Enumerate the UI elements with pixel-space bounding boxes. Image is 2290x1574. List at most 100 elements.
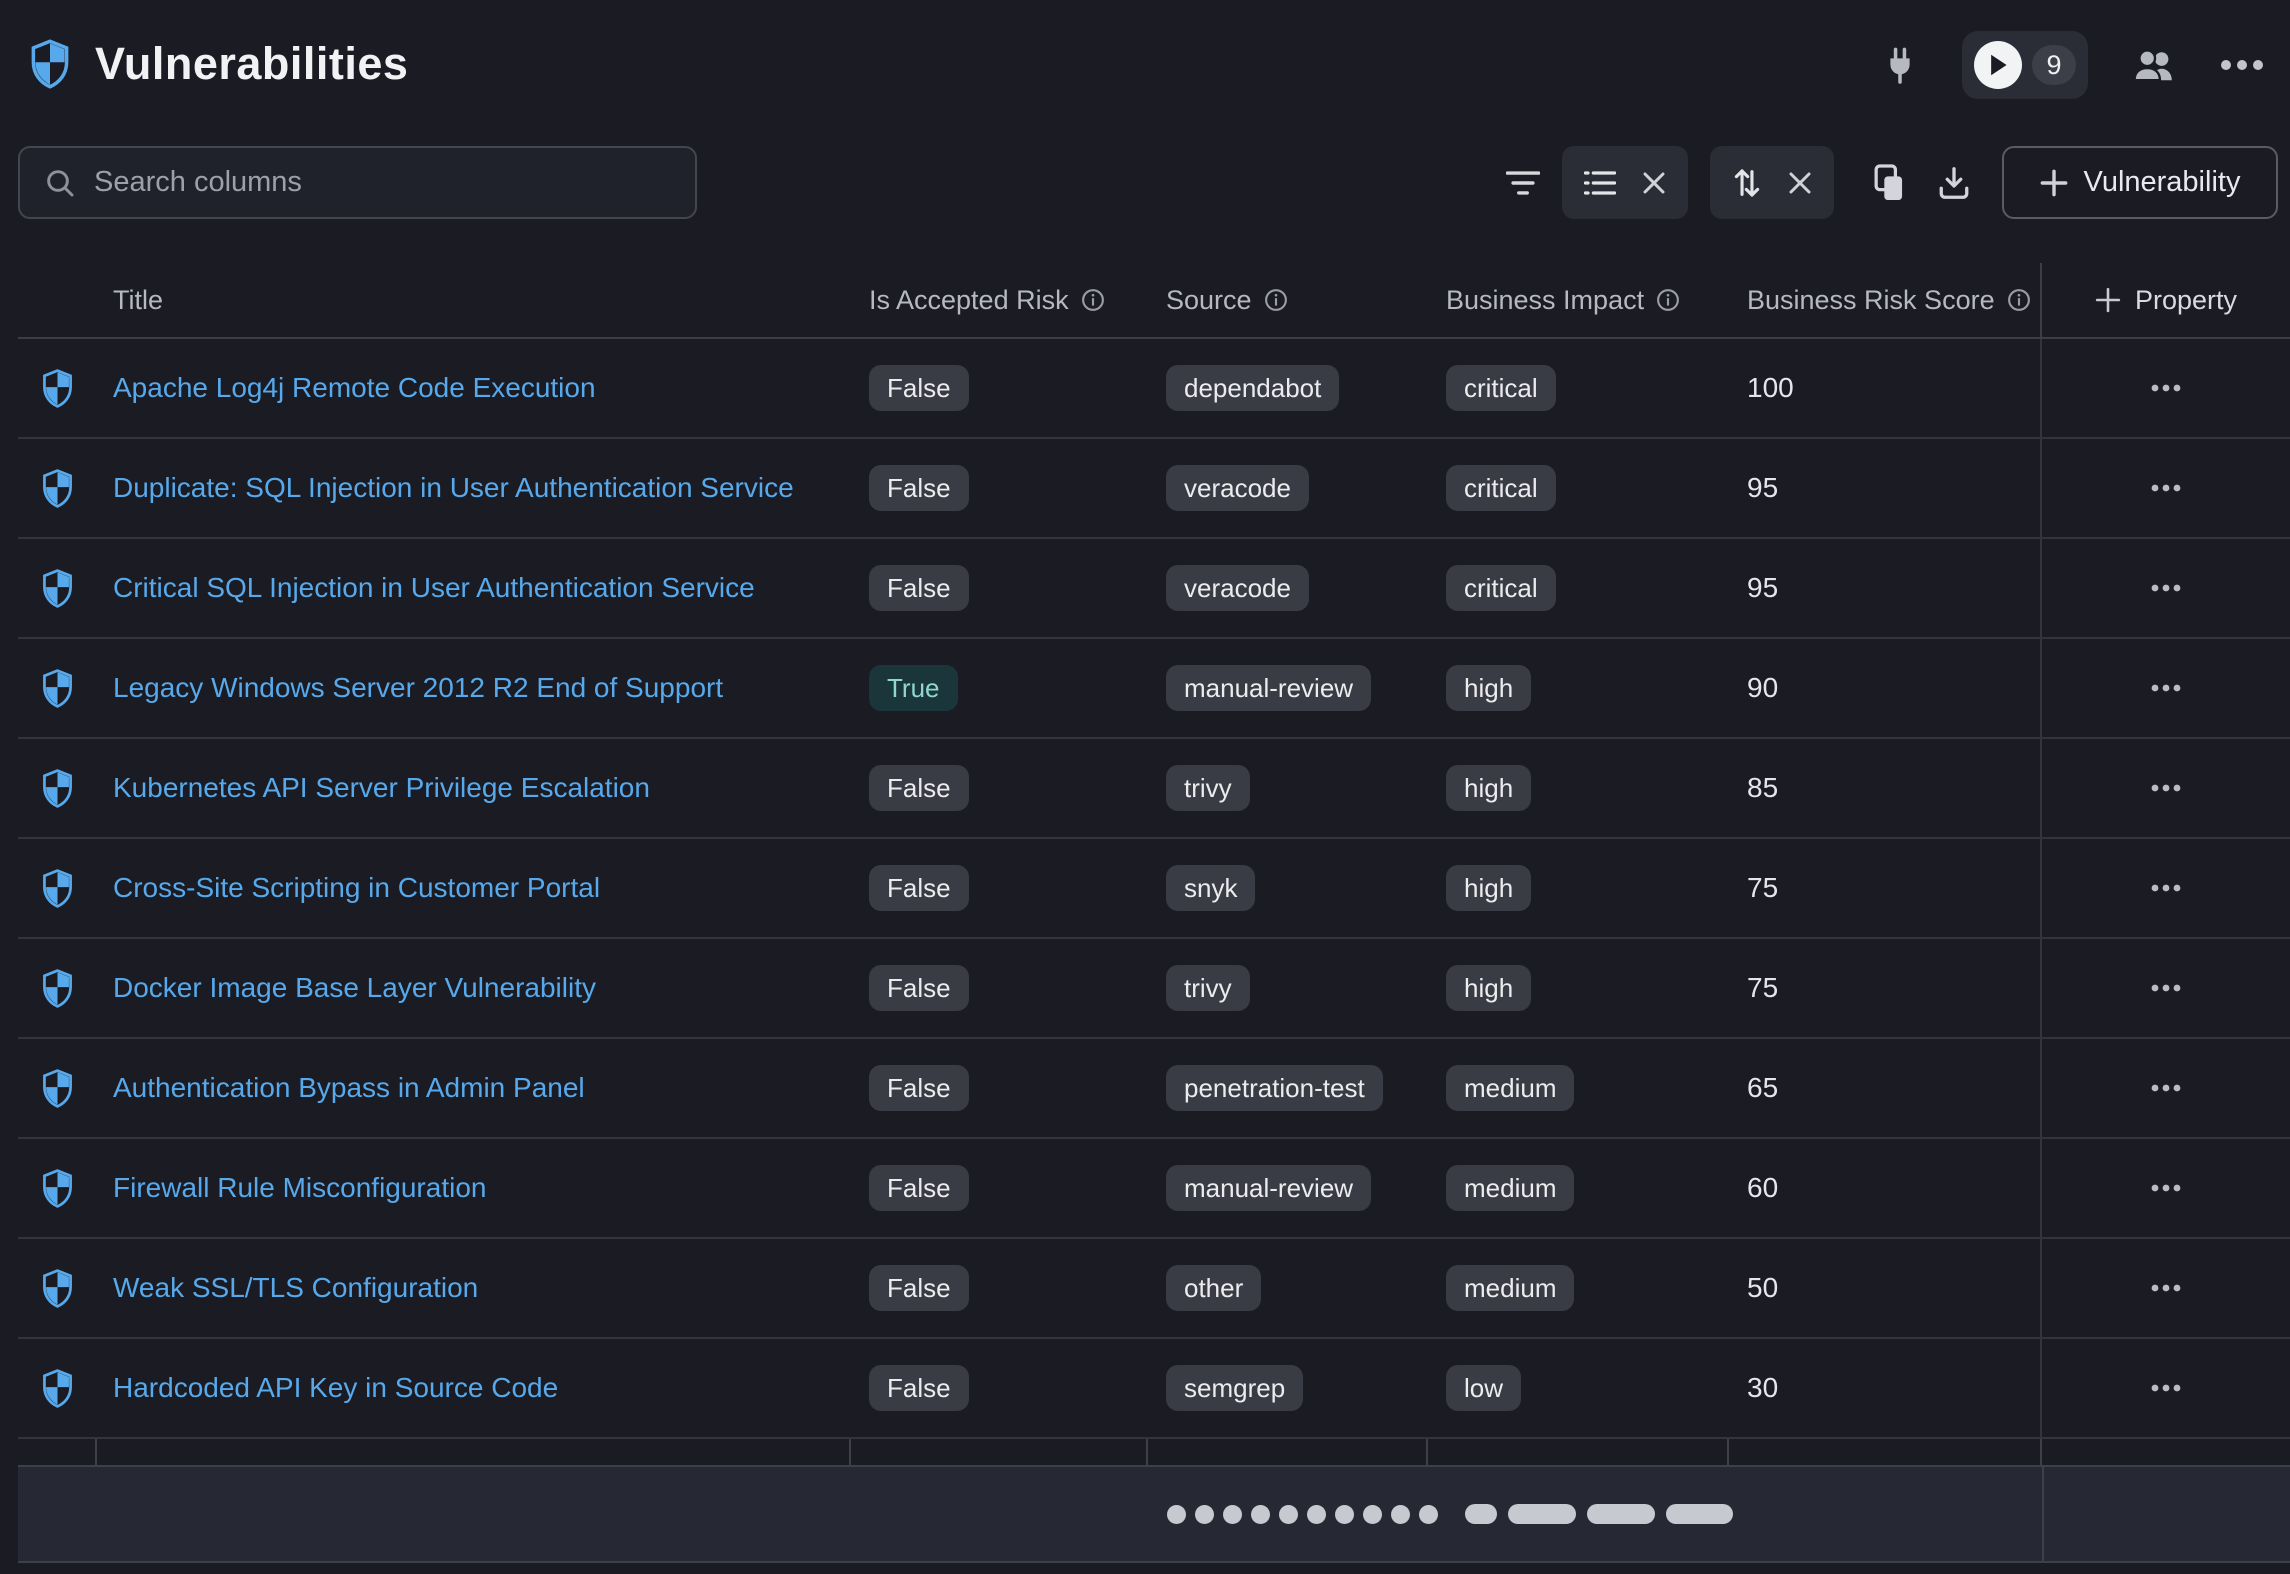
- loading-dot: [1307, 1505, 1326, 1524]
- shield-icon: [41, 369, 74, 408]
- row-actions-button[interactable]: [2141, 674, 2191, 702]
- clear-sort-button[interactable]: [1788, 171, 1812, 195]
- x-icon: [1642, 171, 1666, 195]
- add-property-button[interactable]: Property: [2040, 263, 2290, 337]
- title-cell: Firewall Rule Misconfiguration: [97, 1139, 851, 1237]
- row-actions-button[interactable]: [2141, 874, 2191, 902]
- accepted-risk-badge: False: [869, 965, 969, 1011]
- loading-pill: [1508, 1504, 1576, 1524]
- shield-icon: [41, 469, 74, 508]
- info-icon[interactable]: [2007, 288, 2031, 312]
- vulnerability-title-link[interactable]: Authentication Bypass in Admin Panel: [113, 1072, 585, 1104]
- accepted-risk-cell: True: [851, 639, 1148, 737]
- column-header-spacer: [18, 263, 97, 337]
- column-header-source[interactable]: Source: [1148, 263, 1428, 337]
- column-label: Is Accepted Risk: [869, 285, 1069, 316]
- row-actions-button[interactable]: [2141, 574, 2191, 602]
- row-icon-cell: [18, 1239, 97, 1337]
- vulnerability-title-link[interactable]: Legacy Windows Server 2012 R2 End of Sup…: [113, 672, 723, 704]
- row-actions-button[interactable]: [2141, 974, 2191, 1002]
- shield-logo-icon: [29, 38, 71, 90]
- integrations-button[interactable]: [1882, 45, 1918, 85]
- source-cell: semgrep: [1148, 1339, 1428, 1437]
- clear-group-button[interactable]: [1642, 171, 1666, 195]
- business-risk-score-cell: 60: [1729, 1139, 2040, 1237]
- row-actions-cell: [2040, 1039, 2290, 1137]
- more-menu-button[interactable]: [2220, 59, 2264, 71]
- loading-dot: [1419, 1505, 1438, 1524]
- search-input[interactable]: [94, 166, 671, 199]
- source-cell: veracode: [1148, 539, 1428, 637]
- row-actions-button[interactable]: [2141, 374, 2191, 402]
- vulnerability-title-link[interactable]: Critical SQL Injection in User Authentic…: [113, 572, 755, 604]
- vulnerability-title-link[interactable]: Weak SSL/TLS Configuration: [113, 1272, 478, 1304]
- accepted-risk-cell: False: [851, 1139, 1148, 1237]
- business-risk-score-value: 30: [1747, 1372, 1778, 1404]
- row-actions-button[interactable]: [2141, 474, 2191, 502]
- column-header-accepted-risk[interactable]: Is Accepted Risk: [851, 263, 1148, 337]
- ellipsis-icon: [2151, 384, 2181, 392]
- table-body: Apache Log4j Remote Code Execution False…: [18, 339, 2290, 1439]
- source-badge: veracode: [1166, 565, 1309, 611]
- group-by-button[interactable]: [1584, 169, 1616, 197]
- vulnerability-title-link[interactable]: Hardcoded API Key in Source Code: [113, 1372, 558, 1404]
- row-actions-button[interactable]: [2141, 1374, 2191, 1402]
- row-actions-button[interactable]: [2141, 1074, 2191, 1102]
- row-icon-cell: [18, 439, 97, 537]
- shield-icon: [41, 1069, 74, 1108]
- ellipsis-icon: [2151, 1184, 2181, 1192]
- table-row: Legacy Windows Server 2012 R2 End of Sup…: [18, 639, 2290, 739]
- add-property-label: Property: [2135, 285, 2237, 316]
- users-button[interactable]: [2132, 47, 2176, 83]
- filter-button[interactable]: [1506, 168, 1540, 198]
- row-actions-button[interactable]: [2141, 1174, 2191, 1202]
- copy-button[interactable]: [1870, 163, 1906, 203]
- info-icon[interactable]: [1081, 288, 1105, 312]
- vulnerability-title-link[interactable]: Duplicate: SQL Injection in User Authent…: [113, 472, 794, 504]
- source-badge: dependabot: [1166, 365, 1339, 411]
- business-risk-score-cell: 90: [1729, 639, 2040, 737]
- vulnerability-title-link[interactable]: Firewall Rule Misconfiguration: [113, 1172, 486, 1204]
- source-cell: trivy: [1148, 939, 1428, 1037]
- property-column-divider: [2042, 1467, 2044, 1561]
- info-icon[interactable]: [1656, 288, 1680, 312]
- table-row: Apache Log4j Remote Code Execution False…: [18, 339, 2290, 439]
- source-badge: semgrep: [1166, 1365, 1303, 1411]
- column-header-business-impact[interactable]: Business Impact: [1428, 263, 1729, 337]
- loading-dot: [1251, 1505, 1270, 1524]
- sort-button[interactable]: [1732, 166, 1762, 200]
- add-vulnerability-button[interactable]: Vulnerability: [2002, 146, 2278, 219]
- column-header-title[interactable]: Title: [97, 263, 851, 337]
- ellipsis-icon: [2151, 584, 2181, 592]
- business-impact-cell: critical: [1428, 539, 1729, 637]
- download-button[interactable]: [1936, 165, 1972, 201]
- run-button[interactable]: 9: [1962, 31, 2088, 99]
- column-label: Title: [113, 285, 163, 316]
- vulnerability-title-link[interactable]: Docker Image Base Layer Vulnerability: [113, 972, 596, 1004]
- plus-icon: [2095, 287, 2121, 313]
- download-icon: [1936, 165, 1972, 201]
- vulnerability-title-link[interactable]: Cross-Site Scripting in Customer Portal: [113, 872, 600, 904]
- shield-icon: [41, 1169, 74, 1208]
- column-header-business-risk-score[interactable]: Business Risk Score: [1729, 263, 2040, 337]
- accepted-risk-badge: False: [869, 565, 969, 611]
- row-actions-button[interactable]: [2141, 774, 2191, 802]
- accepted-risk-badge: False: [869, 865, 969, 911]
- sort-control: [1710, 146, 1834, 219]
- loading-pill: [1666, 1504, 1733, 1524]
- source-badge: veracode: [1166, 465, 1309, 511]
- business-risk-score-cell: 65: [1729, 1039, 2040, 1137]
- source-badge: manual-review: [1166, 1165, 1371, 1211]
- shield-icon: [41, 1269, 74, 1308]
- vulnerability-title-link[interactable]: Apache Log4j Remote Code Execution: [113, 372, 596, 404]
- row-icon-cell: [18, 1339, 97, 1437]
- info-icon[interactable]: [1264, 288, 1288, 312]
- table-row: Docker Image Base Layer Vulnerability Fa…: [18, 939, 2290, 1039]
- business-impact-badge: low: [1446, 1365, 1521, 1411]
- row-actions-button[interactable]: [2141, 1274, 2191, 1302]
- vulnerability-title-link[interactable]: Kubernetes API Server Privilege Escalati…: [113, 772, 650, 804]
- business-impact-cell: high: [1428, 939, 1729, 1037]
- source-cell: other: [1148, 1239, 1428, 1337]
- business-impact-cell: low: [1428, 1339, 1729, 1437]
- accepted-risk-cell: False: [851, 339, 1148, 437]
